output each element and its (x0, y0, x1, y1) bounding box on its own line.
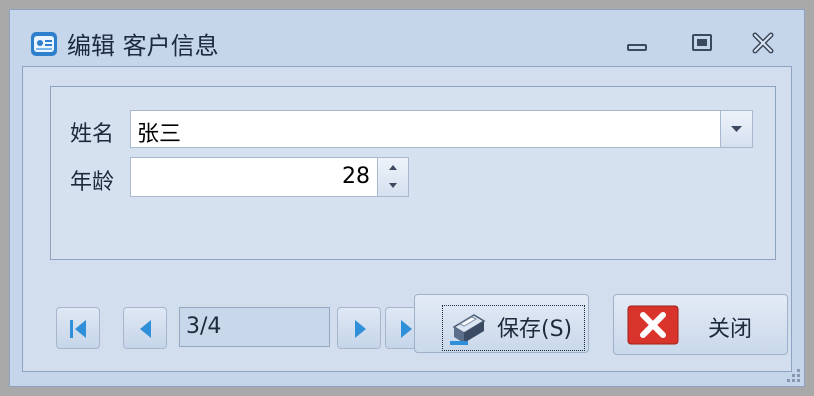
first-record-button[interactable] (56, 307, 100, 349)
next-record-icon (355, 320, 366, 338)
resize-grip-icon[interactable] (782, 364, 802, 384)
save-button[interactable]: 保存(S) (414, 294, 589, 353)
red-x-icon (627, 305, 679, 349)
edit-customer-window: 编辑 客户信息 姓名 张三 年龄 28 3/4 保存(S) 关闭 (9, 9, 805, 387)
close-label: 关闭 (708, 317, 753, 342)
title-bar[interactable]: 编辑 客户信息 (10, 10, 804, 66)
age-spinbox[interactable]: 28 (130, 157, 409, 197)
spin-up-icon[interactable] (378, 158, 408, 177)
window-title: 编辑 客户信息 (67, 32, 219, 60)
previous-record-icon (140, 320, 151, 338)
printer-icon (446, 307, 490, 351)
spin-down-icon[interactable] (378, 177, 408, 196)
save-label: 保存(S) (497, 317, 573, 342)
first-record-icon (70, 320, 86, 338)
name-combobox[interactable]: 张三 (130, 110, 753, 148)
record-position: 3/4 (186, 314, 222, 339)
previous-record-button[interactable] (123, 307, 167, 349)
customer-form-icon (30, 30, 58, 58)
restore-icon[interactable] (687, 30, 717, 56)
age-value[interactable]: 28 (342, 164, 370, 189)
close-window-icon[interactable] (748, 30, 778, 56)
form-panel: 姓名 张三 年龄 28 3/4 保存(S) 关闭 (22, 66, 792, 372)
record-position-field[interactable]: 3/4 (179, 307, 330, 347)
customer-fields-group: 姓名 张三 年龄 28 (50, 86, 776, 260)
age-label: 年龄 (70, 170, 115, 195)
age-spin-buttons (377, 158, 408, 196)
close-button[interactable]: 关闭 (613, 294, 788, 355)
chevron-down-icon[interactable] (720, 111, 752, 147)
name-label: 姓名 (70, 122, 115, 147)
next-record-button[interactable] (337, 307, 381, 349)
minimize-icon[interactable] (622, 30, 652, 56)
name-value[interactable]: 张三 (137, 116, 181, 148)
